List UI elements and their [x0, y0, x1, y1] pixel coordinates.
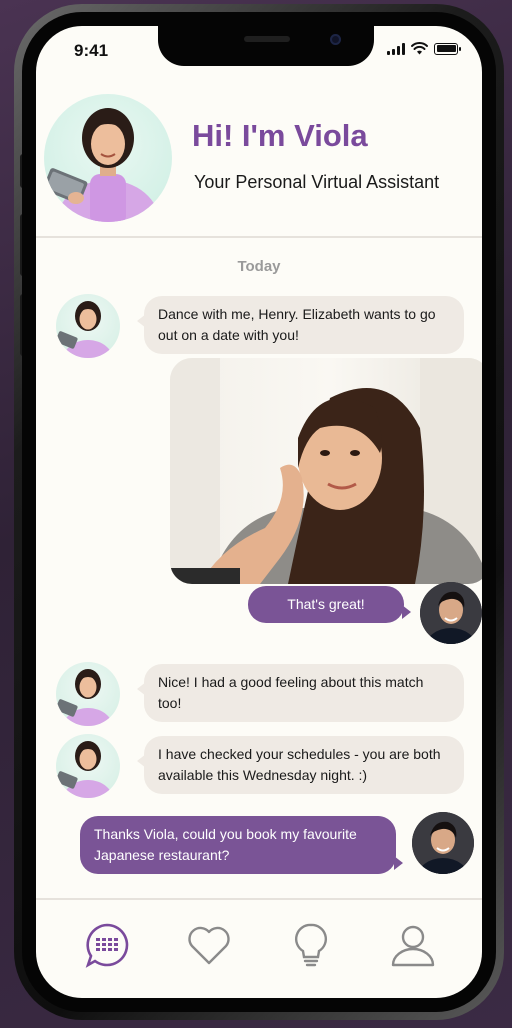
assistant-avatar-small	[56, 662, 120, 726]
bottom-tab-bar	[36, 898, 482, 998]
assistant-avatar-small	[56, 294, 120, 358]
battery-icon	[434, 42, 461, 55]
assistant-avatar-small	[56, 734, 120, 798]
notch	[158, 26, 374, 66]
tab-ideas[interactable]	[286, 920, 336, 970]
chat-bubble-icon	[85, 923, 129, 968]
assistant-greeting: Hi! I'm Viola	[192, 118, 368, 153]
message-bubble-assistant: Dance with me, Henry. Elizabeth wants to…	[137, 296, 464, 354]
chat-date-label: Today	[237, 258, 281, 275]
message-bubble-assistant: I have checked your schedules - you are …	[137, 736, 464, 794]
phone-bezel: 9:41 Hi! I'm Viola Your Personal Virtual…	[22, 12, 496, 1012]
assistant-header: Hi! I'm Viola Your Personal Virtual Assi…	[36, 88, 482, 238]
phone-frame: 9:41 Hi! I'm Viola Your Personal Virtual…	[14, 4, 504, 1020]
message-bubble-user: That's great!	[248, 586, 411, 623]
front-camera	[330, 34, 341, 45]
heart-icon	[188, 926, 230, 965]
tab-profile[interactable]	[388, 920, 438, 970]
status-icons	[387, 42, 461, 55]
status-time: 9:41	[74, 41, 109, 60]
lightbulb-icon	[295, 923, 327, 967]
user-avatar	[412, 812, 474, 874]
speaker-grille	[244, 36, 290, 42]
user-avatar	[420, 582, 482, 644]
assistant-avatar	[44, 94, 172, 222]
message-bubble-assistant: Nice! I had a good feeling about this ma…	[137, 664, 464, 722]
message-bubble-user: Thanks Viola, could you book my favourit…	[80, 816, 403, 874]
signal-icon	[387, 42, 405, 55]
wifi-icon	[411, 42, 428, 55]
match-photo[interactable]	[170, 358, 482, 584]
profile-icon	[391, 925, 435, 967]
phone-screen: 9:41 Hi! I'm Viola Your Personal Virtual…	[36, 26, 482, 998]
tab-favorites[interactable]	[184, 920, 234, 970]
assistant-tagline: Your Personal Virtual Assistant	[194, 172, 440, 192]
tab-chat[interactable]	[82, 920, 132, 970]
